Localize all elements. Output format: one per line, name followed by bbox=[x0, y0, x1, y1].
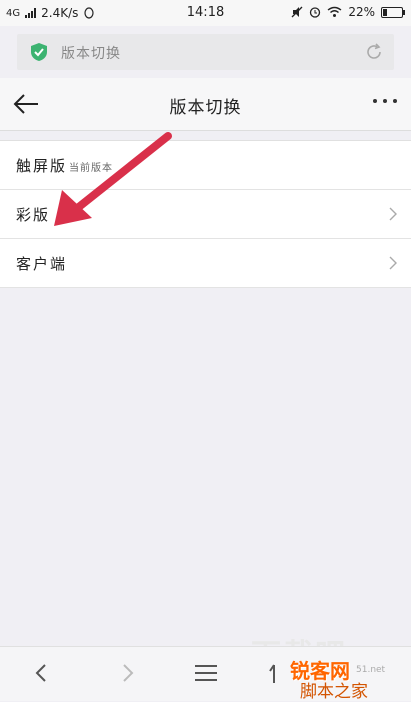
page-title: 版本切换 bbox=[169, 98, 242, 118]
battery-percent: 22% bbox=[348, 5, 375, 19]
option-touch-label: 触屏版 bbox=[16, 157, 68, 175]
option-client-label: 客户端 bbox=[16, 255, 68, 273]
status-right: 22% bbox=[291, 5, 405, 19]
option-color-version[interactable]: 彩版 bbox=[0, 190, 411, 239]
nav-forward-icon[interactable] bbox=[115, 661, 139, 685]
option-client-version[interactable]: 客户端 bbox=[0, 239, 411, 288]
option-color-label: 彩版 bbox=[16, 206, 51, 224]
status-bar: 4G 2.4K/s 14:18 22% bbox=[0, 0, 411, 26]
shield-check-icon bbox=[31, 43, 47, 61]
chevron-right-icon bbox=[389, 256, 397, 270]
refresh-icon[interactable] bbox=[364, 42, 384, 62]
mute-icon bbox=[291, 6, 303, 18]
version-list: 触屏版 当前版本 彩版 客户端 bbox=[0, 140, 411, 288]
address-bar[interactable]: 版本切换 bbox=[17, 34, 394, 70]
menu-icon[interactable] bbox=[194, 661, 218, 685]
alarm-icon bbox=[310, 7, 321, 18]
chevron-right-icon bbox=[389, 207, 397, 221]
battery-icon bbox=[381, 6, 405, 18]
option-touch-version[interactable]: 触屏版 当前版本 bbox=[0, 141, 411, 190]
current-version-note: 当前版本 bbox=[69, 163, 114, 174]
watermark-tagline: 脚本之家 bbox=[300, 682, 368, 702]
watermark-domain: 51.net bbox=[356, 665, 386, 675]
more-dots-icon[interactable] bbox=[373, 99, 397, 103]
home-icon[interactable] bbox=[264, 661, 288, 685]
address-text[interactable]: 版本切换 bbox=[61, 43, 121, 63]
wifi-icon bbox=[327, 6, 342, 17]
nav-back-icon[interactable] bbox=[30, 661, 54, 685]
option-label: 触屏版 当前版本 bbox=[16, 155, 113, 176]
page-header: 版本切换 bbox=[0, 78, 411, 131]
